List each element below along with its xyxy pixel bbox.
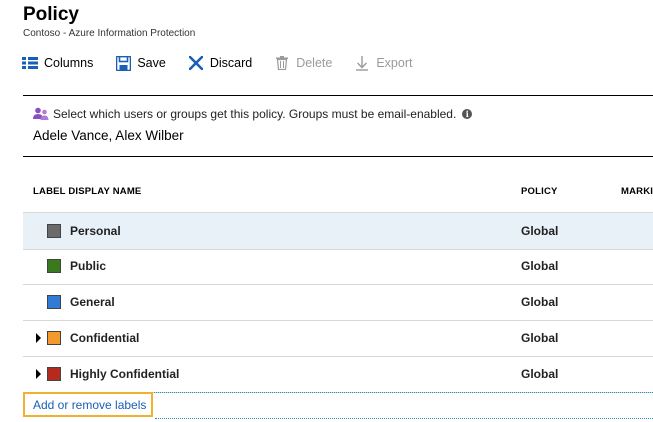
label-name: Highly Confidential: [70, 367, 180, 381]
columns-label: Columns: [44, 56, 94, 70]
label-color-swatch: [47, 224, 61, 238]
table-row[interactable]: General Global: [23, 284, 653, 321]
table-row[interactable]: Highly Confidential Global: [23, 356, 653, 393]
discard-label: Discard: [209, 56, 253, 70]
export-label: Export: [376, 56, 413, 70]
label-name: Public: [70, 259, 107, 273]
export-button[interactable]: Export: [354, 55, 412, 71]
delete-button[interactable]: Delete: [274, 55, 332, 71]
page-title: Policy: [23, 4, 79, 25]
label-color-swatch: [47, 295, 61, 309]
divider: [23, 156, 653, 157]
column-header-label-name[interactable]: LABEL DISPLAY NAME: [33, 186, 141, 197]
label-policy: Global: [521, 331, 559, 345]
divider: [23, 95, 653, 96]
page-subtitle: Contoso - Azure Information Protection: [23, 28, 196, 39]
download-icon: [354, 55, 370, 71]
info-icon[interactable]: i: [462, 109, 473, 119]
table-row[interactable]: Confidential Global: [23, 320, 653, 357]
discard-button[interactable]: Discard: [188, 55, 252, 71]
label-color-swatch: [47, 331, 61, 345]
add-remove-labels-link[interactable]: Add or remove labels: [23, 392, 153, 417]
label-name: Confidential: [70, 331, 140, 345]
save-button[interactable]: Save: [115, 55, 166, 71]
columns-button[interactable]: Columns: [22, 55, 93, 71]
toolbar: Columns Save Discard Delete Export: [22, 52, 434, 74]
column-header-marking[interactable]: MARKI: [621, 186, 653, 197]
save-label: Save: [137, 56, 166, 70]
save-icon: [115, 55, 131, 71]
expand-arrow-icon[interactable]: [36, 333, 41, 343]
table-row[interactable]: Public Global: [23, 248, 653, 285]
scope-selector[interactable]: Select which users or groups get this po…: [33, 107, 473, 121]
label-policy: Global: [521, 259, 559, 273]
trash-icon: [274, 55, 290, 71]
label-policy: Global: [521, 367, 559, 381]
label-name: General: [70, 295, 115, 309]
add-remove-labels-label: Add or remove labels: [33, 397, 147, 412]
scope-prompt: Select which users or groups get this po…: [53, 107, 457, 121]
label-color-swatch: [47, 367, 61, 381]
close-icon: [188, 55, 204, 71]
label-policy: Global: [521, 224, 559, 238]
divider: [155, 418, 653, 419]
label-color-swatch: [47, 259, 61, 273]
users-icon: [33, 107, 49, 121]
table-row[interactable]: Personal Global: [23, 212, 653, 250]
label-name: Personal: [70, 224, 121, 238]
delete-label: Delete: [296, 56, 333, 70]
label-policy: Global: [521, 295, 559, 309]
column-header-policy[interactable]: POLICY: [521, 186, 558, 197]
columns-icon: [22, 55, 38, 71]
assigned-users[interactable]: Adele Vance, Alex Wilber: [33, 128, 184, 143]
expand-arrow-icon[interactable]: [36, 369, 41, 379]
